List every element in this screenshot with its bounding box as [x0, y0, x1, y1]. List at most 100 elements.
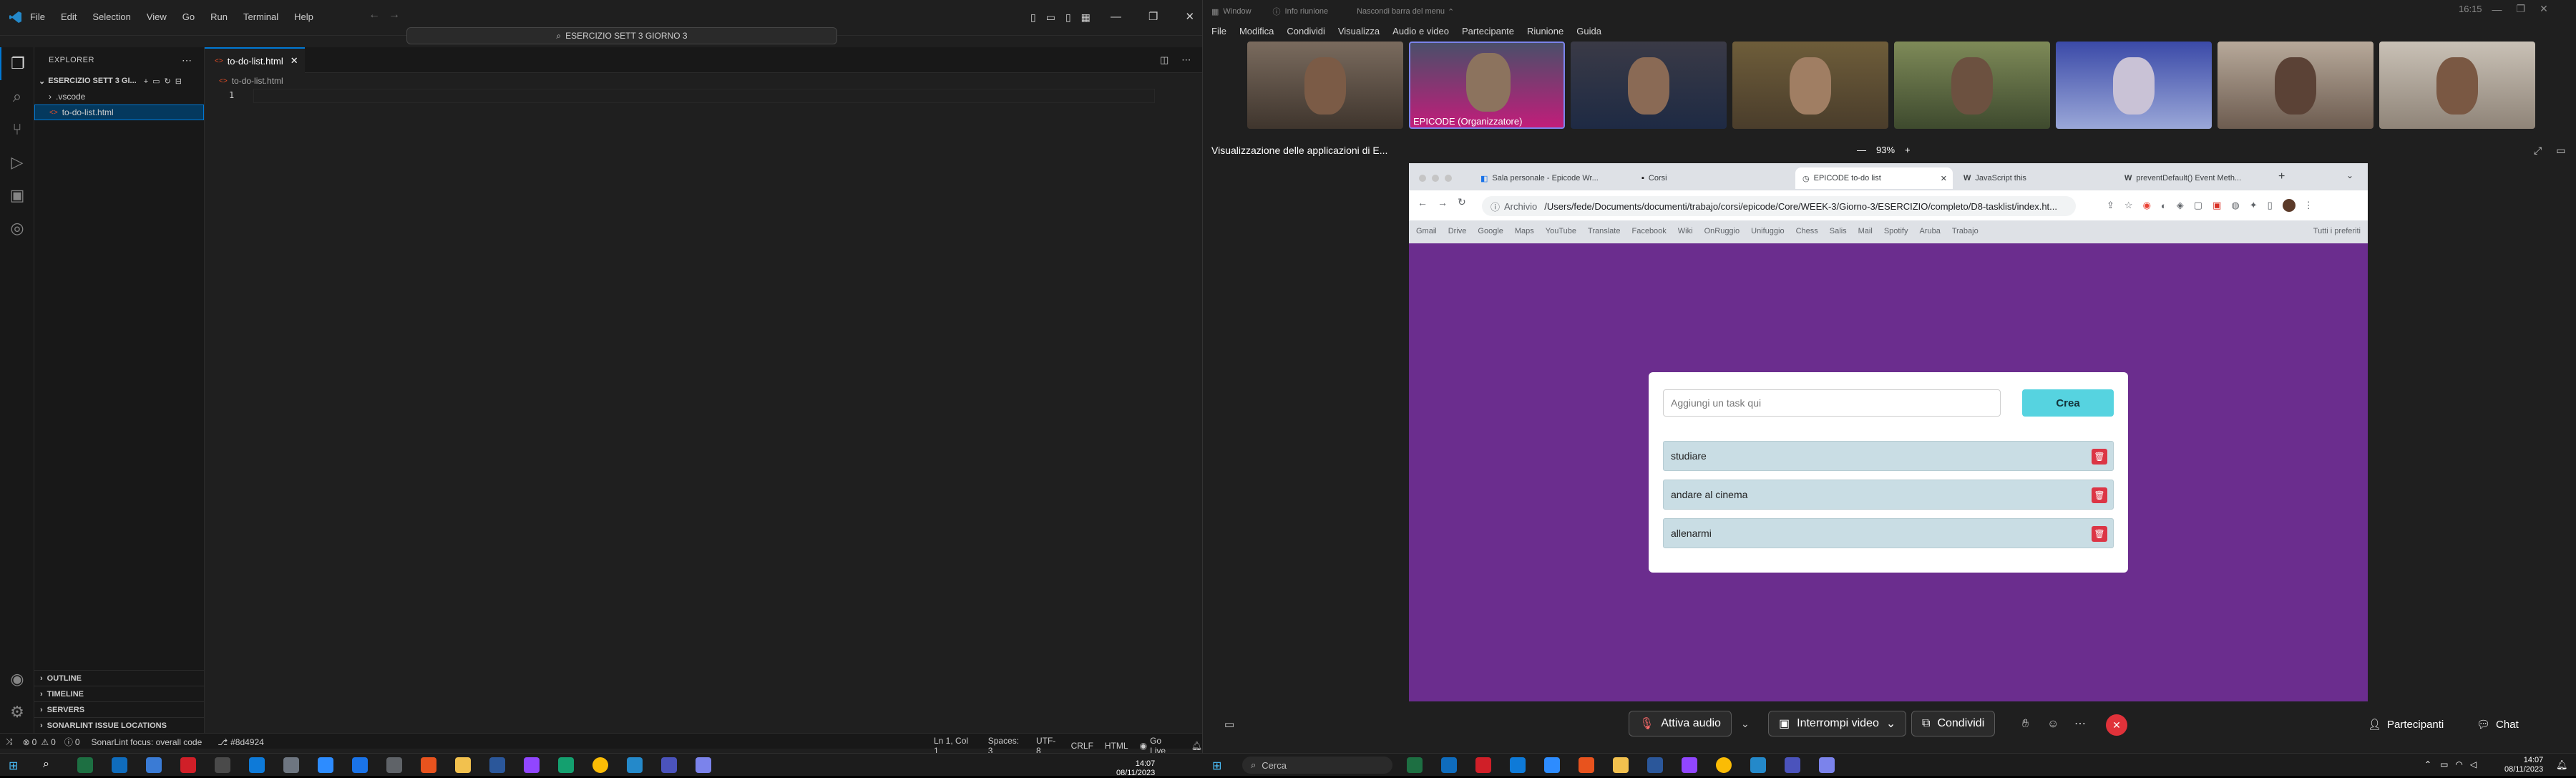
- maximize-icon[interactable]: ❐: [2517, 3, 2526, 15]
- minimize-icon[interactable]: —: [2492, 4, 2502, 15]
- word-icon[interactable]: [1647, 757, 1663, 773]
- excel-icon[interactable]: [1407, 757, 1423, 773]
- toggle-panel-icon[interactable]: ▭: [1046, 11, 1055, 24]
- taskbar-clock-right[interactable]: 14:07 08/11/2023: [2504, 756, 2543, 774]
- teams-icon[interactable]: [661, 757, 677, 773]
- close-icon[interactable]: ✕: [2540, 3, 2548, 15]
- trash-icon[interactable]: 🗑︎: [2092, 449, 2107, 465]
- app-icon[interactable]: [249, 757, 265, 773]
- breadcrumb-file[interactable]: to-do-list.html: [232, 76, 283, 86]
- bookmark-item[interactable]: Maps: [1515, 227, 1534, 235]
- windows-start-icon[interactable]: ⊞: [1212, 759, 1221, 773]
- volume-icon[interactable]: ◁: [2470, 759, 2477, 769]
- notifications-icon[interactable]: 🔔︎: [1191, 741, 1202, 751]
- meeting-info[interactable]: Info riunione: [1285, 7, 1329, 16]
- new-folder-icon[interactable]: ▭: [152, 77, 164, 86]
- menu-file[interactable]: File: [30, 11, 45, 22]
- close-tab-icon[interactable]: ✕: [1941, 174, 1947, 183]
- task-input[interactable]: Aggiungi un task qui: [1663, 389, 2001, 417]
- extension-icon[interactable]: ▢: [2194, 200, 2202, 211]
- bookmark-item[interactable]: Mail: [1858, 227, 1873, 235]
- trash-icon[interactable]: 🗑︎: [2092, 526, 2107, 542]
- participant-video[interactable]: [1732, 42, 1888, 129]
- window-label[interactable]: Window: [1223, 7, 1251, 16]
- participant-video-organizer[interactable]: EPICODE (Organizzatore): [1409, 42, 1565, 129]
- chevron-up-icon[interactable]: ⌃: [2424, 759, 2431, 769]
- address-bar[interactable]: ⓘ Archivio /Users/fede/Documents/documen…: [1482, 196, 2076, 216]
- app-icon[interactable]: [524, 757, 540, 773]
- minimize-dot[interactable]: [1432, 175, 1439, 182]
- task-item[interactable]: allenarmi 🗑︎: [1663, 518, 2114, 548]
- source-control-icon[interactable]: ⑂: [0, 113, 34, 146]
- close-icon[interactable]: ✕: [1185, 10, 1194, 23]
- errors-count[interactable]: 0: [32, 737, 37, 747]
- audio-options-chevron-icon[interactable]: ⌄: [1741, 718, 1750, 730]
- participant-video[interactable]: [2218, 42, 2373, 129]
- zoom-icon[interactable]: [318, 757, 333, 773]
- section-sonarlint[interactable]: › SONARLINT ISSUE LOCATIONS: [34, 717, 205, 733]
- bookmark-item[interactable]: OnRuggio: [1704, 227, 1740, 235]
- menu-view[interactable]: View: [147, 11, 167, 22]
- new-file-icon[interactable]: +: [144, 77, 152, 86]
- nav-back-icon[interactable]: ←: [369, 9, 380, 21]
- notification-bell-icon[interactable]: 🔔︎: [2556, 759, 2568, 771]
- menu-visualizza[interactable]: Visualizza: [1338, 26, 1380, 37]
- word-icon[interactable]: [489, 757, 505, 773]
- menu-help[interactable]: Help: [294, 11, 313, 22]
- bookmark-item[interactable]: Google: [1478, 227, 1503, 235]
- new-tab-icon[interactable]: +: [2278, 170, 2285, 183]
- taskbar-clock-left[interactable]: 14:07 08/11/2023: [1116, 759, 1155, 778]
- maximize-dot[interactable]: [1445, 175, 1452, 182]
- bookmark-item[interactable]: YouTube: [1546, 227, 1576, 235]
- app-icon[interactable]: [386, 757, 402, 773]
- manage-gear-icon[interactable]: ⚙: [0, 696, 34, 729]
- menu-riunione[interactable]: Riunione: [1527, 26, 1563, 37]
- chrome-icon[interactable]: [1716, 757, 1732, 773]
- stop-video-button[interactable]: ▣ Interrompi video ⌄: [1768, 711, 1907, 736]
- app-icon[interactable]: [558, 757, 574, 773]
- zoom-out-icon[interactable]: —: [1857, 145, 1866, 155]
- screen-icon[interactable]: ▭: [2556, 145, 2565, 157]
- pop-out-icon[interactable]: ⤢: [2534, 145, 2542, 157]
- app-icon[interactable]: [1819, 757, 1835, 773]
- participant-video[interactable]: [2056, 42, 2212, 129]
- refresh-icon[interactable]: ↻: [165, 77, 175, 86]
- browser-tab[interactable]: W preventDefault() Event Meth...: [2117, 167, 2275, 189]
- leave-call-icon[interactable]: ✕: [2106, 714, 2127, 736]
- close-tab-icon[interactable]: ✕: [291, 55, 298, 67]
- customize-layout-icon[interactable]: ▦: [1081, 11, 1091, 24]
- app-icon[interactable]: [283, 757, 299, 773]
- bookmark-item[interactable]: Drive: [1448, 227, 1467, 235]
- more-options-icon[interactable]: ⋯: [2074, 716, 2086, 731]
- raise-hand-icon[interactable]: ✋︎: [2022, 718, 2029, 731]
- more-actions-icon[interactable]: ⋯: [182, 54, 192, 67]
- app-icon[interactable]: [1682, 757, 1697, 773]
- bookmark-item[interactable]: Aruba: [1919, 227, 1940, 235]
- outlook-icon[interactable]: [1441, 757, 1457, 773]
- browser-tab[interactable]: W JavaScript this: [1956, 167, 2114, 189]
- run-debug-icon[interactable]: ▷: [0, 146, 34, 179]
- toggle-primary-sidebar-icon[interactable]: ▯: [1030, 11, 1036, 24]
- trash-icon[interactable]: 🗑︎: [2092, 487, 2107, 503]
- explorer-icon[interactable]: ❐: [0, 47, 34, 80]
- outlook-icon[interactable]: [112, 757, 127, 773]
- app-icon[interactable]: [696, 757, 711, 773]
- reload-icon[interactable]: ↻: [1458, 196, 1466, 208]
- maximize-icon[interactable]: ❐: [1148, 10, 1158, 23]
- app-icon[interactable]: [352, 757, 368, 773]
- wifi-icon[interactable]: ◠: [2455, 759, 2462, 769]
- bookmark-item[interactable]: Unifuggio: [1751, 227, 1784, 235]
- battery-icon[interactable]: ▭: [2440, 759, 2448, 769]
- bookmark-item[interactable]: Translate: [1588, 227, 1620, 235]
- menu-terminal[interactable]: Terminal: [243, 11, 278, 22]
- bookmark-item[interactable]: Trabajo: [1952, 227, 1979, 235]
- info-count[interactable]: 0: [75, 737, 80, 747]
- browser-menu-icon[interactable]: ⋮: [2304, 200, 2313, 211]
- remote-explorer-icon[interactable]: ◎: [0, 212, 34, 245]
- netflix-icon[interactable]: [180, 757, 196, 773]
- extension-icon[interactable]: ◍: [2231, 200, 2239, 211]
- minimize-icon[interactable]: —: [1111, 11, 1121, 23]
- app-icon[interactable]: [421, 757, 436, 773]
- section-timeline[interactable]: › TIMELINE: [34, 686, 205, 701]
- zoom-in-icon[interactable]: +: [1905, 145, 1911, 155]
